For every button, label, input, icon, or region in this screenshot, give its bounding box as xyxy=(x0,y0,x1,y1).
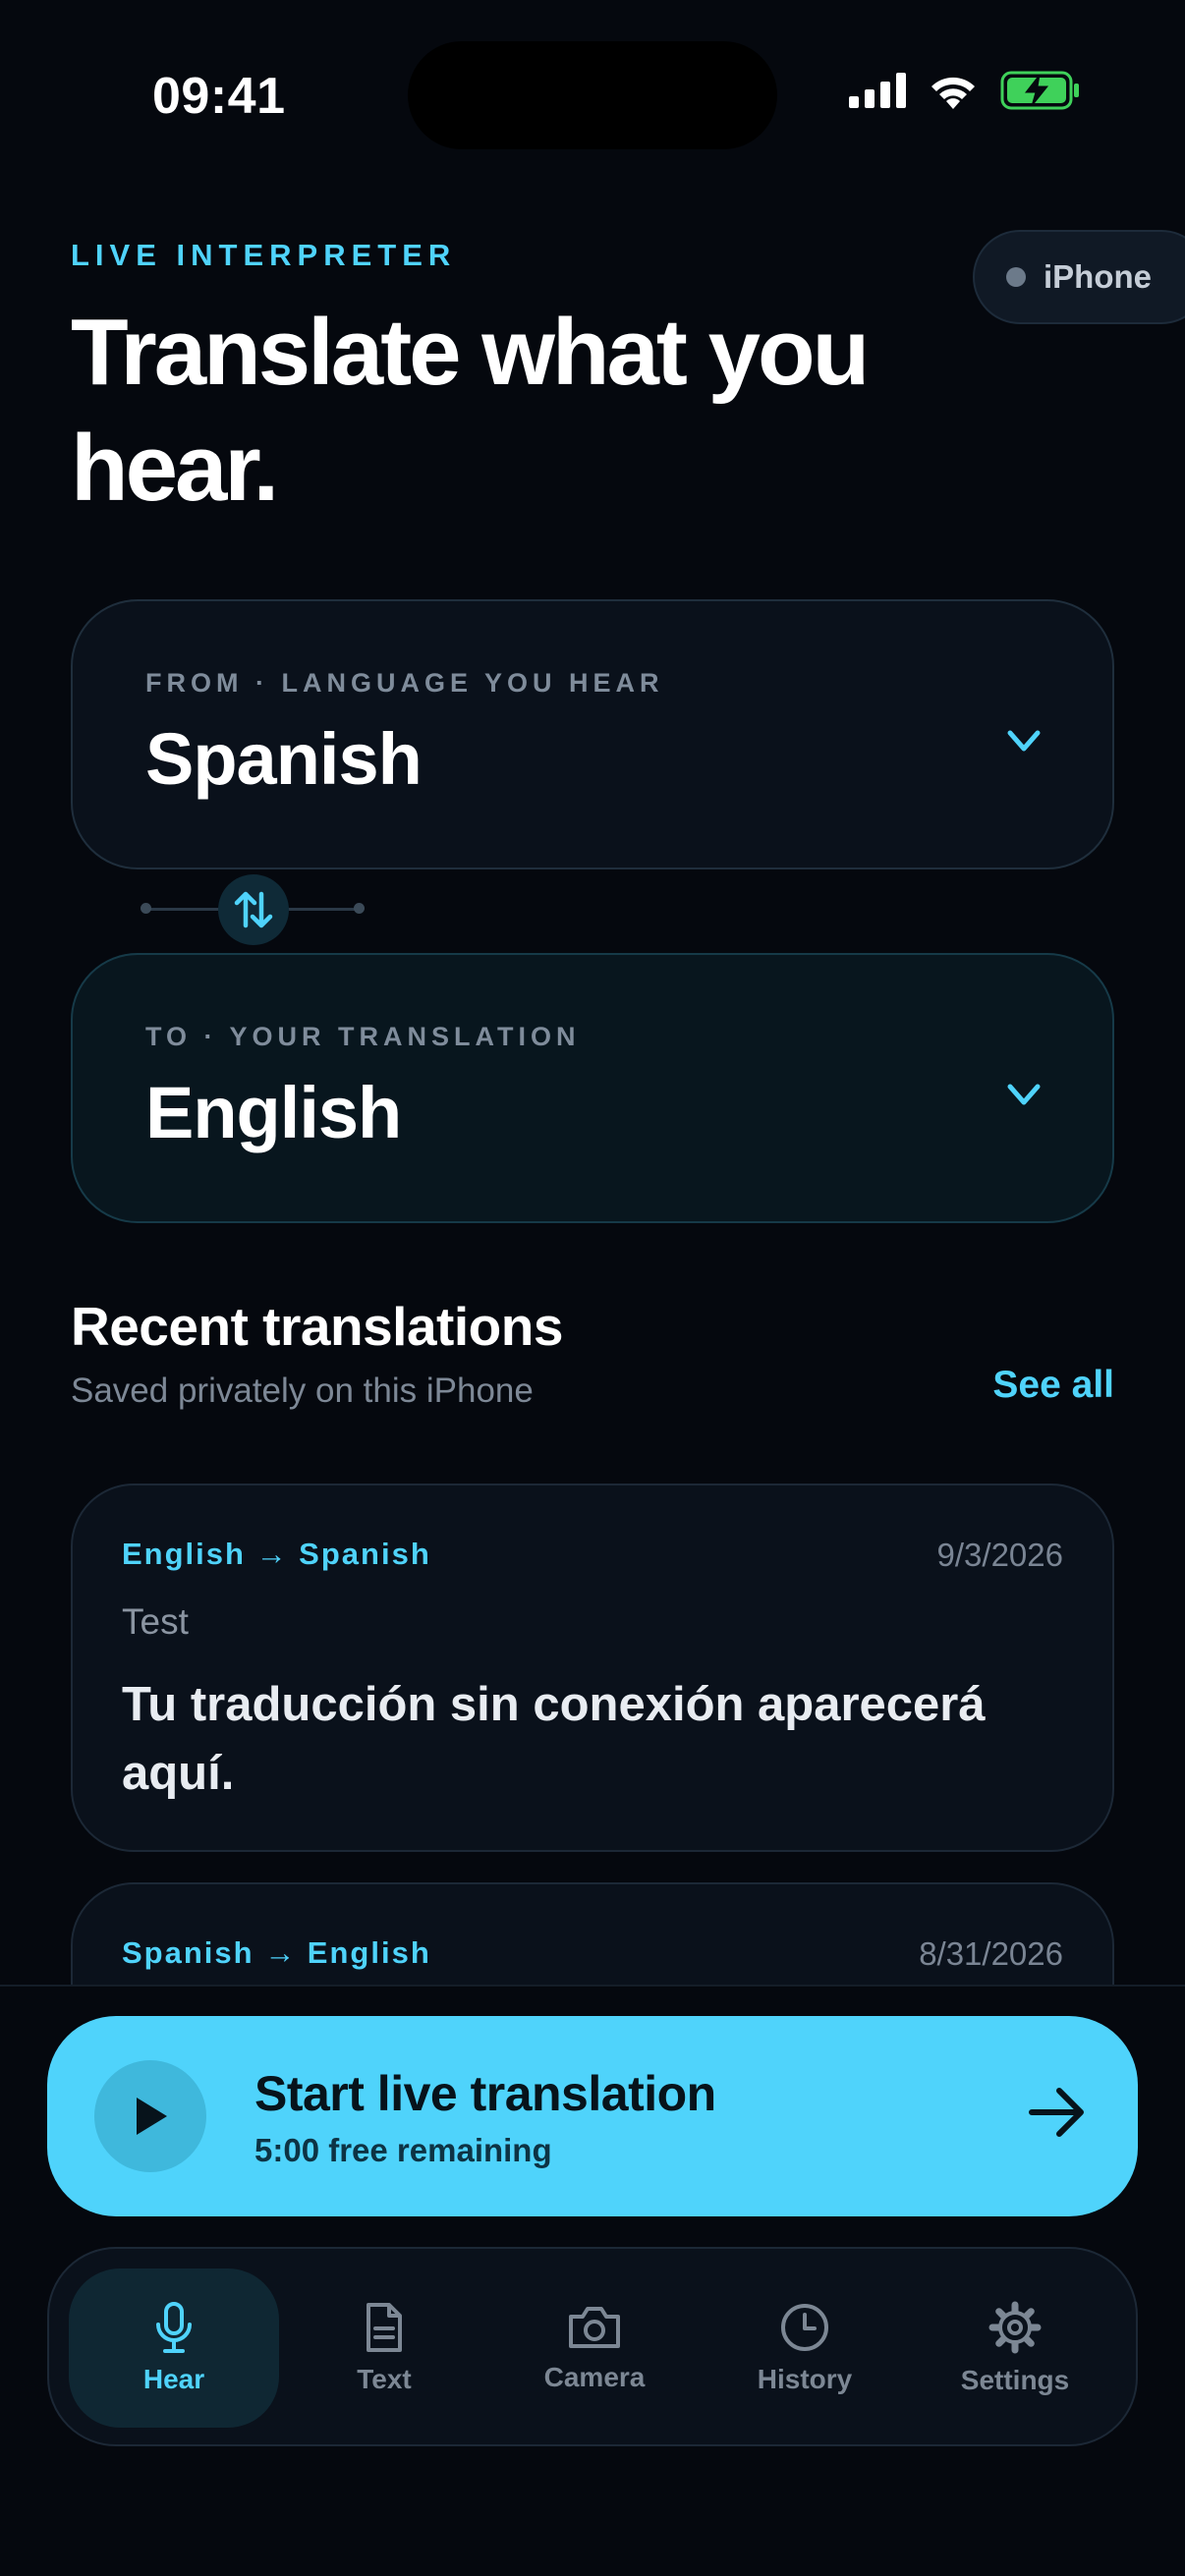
recent-translation-card[interactable]: English → Spanish 9/3/2026 Test Tu tradu… xyxy=(71,1484,1114,1852)
recent-translations-title: Recent translations xyxy=(71,1296,563,1357)
dynamic-island xyxy=(408,41,777,149)
to-language-caption: TO · YOUR TRANSLATION xyxy=(145,1022,581,1051)
translation-source-text: Test xyxy=(122,1601,189,1642)
battery-charging-icon xyxy=(1000,71,1079,110)
eyebrow-label: LIVE INTERPRETER xyxy=(71,238,457,272)
translation-output-text: Tu traducción sin conexión aparecerá aqu… xyxy=(122,1678,986,1800)
swap-languages-button[interactable] xyxy=(218,874,289,945)
status-icons xyxy=(849,71,1081,110)
translation-language-pair: Spanish → English xyxy=(122,1935,431,1970)
tab-label: Settings xyxy=(960,2365,1070,2395)
tab-camera[interactable]: Camera xyxy=(489,2268,700,2428)
play-icon-badge xyxy=(94,2060,206,2172)
arrow-right-icon xyxy=(1029,2088,1084,2137)
from-language-value: Spanish xyxy=(145,718,423,800)
to-language-selector[interactable]: TO · YOUR TRANSLATION English xyxy=(71,953,1114,1223)
device-pill-label: iPhone xyxy=(1044,258,1153,295)
wifi-icon xyxy=(931,77,975,109)
translation-language-pair: English → Spanish xyxy=(122,1537,431,1571)
recent-translations-subtitle: Saved privately on this iPhone xyxy=(71,1372,534,1410)
translation-date: 9/3/2026 xyxy=(936,1537,1063,1573)
page-title: Translate what you hear. xyxy=(71,300,870,521)
device-status-dot xyxy=(1006,267,1026,287)
swap-connector-dot xyxy=(354,903,365,914)
translation-date: 8/31/2026 xyxy=(919,1935,1063,1972)
swap-connector-dot xyxy=(141,903,151,914)
cta-title: Start live translation xyxy=(254,2066,716,2121)
tab-bar: Hear Text Camera History Settings xyxy=(47,2247,1138,2446)
gear-icon xyxy=(988,2301,1042,2354)
chevron-down-icon xyxy=(1007,1084,1041,1105)
see-all-link[interactable]: See all xyxy=(992,1364,1114,1407)
tab-text[interactable]: Text xyxy=(279,2268,489,2428)
tab-hear[interactable]: Hear xyxy=(69,2268,279,2428)
play-icon xyxy=(137,2098,167,2135)
mic-icon xyxy=(156,2302,192,2353)
device-pill[interactable]: iPhone xyxy=(973,230,1185,324)
to-language-value: English xyxy=(145,1072,402,1153)
tab-label: Camera xyxy=(543,2362,646,2392)
status-time: 09:41 xyxy=(152,68,286,125)
cta-subtitle: 5:00 free remaining xyxy=(254,2132,552,2168)
from-language-caption: FROM · LANGUAGE YOU HEAR xyxy=(145,668,664,698)
swap-arrows-icon xyxy=(234,891,273,928)
tab-label: Text xyxy=(357,2364,412,2394)
tab-label: Hear xyxy=(142,2364,205,2394)
chevron-down-icon xyxy=(1007,730,1041,752)
cellular-signal-icon xyxy=(849,73,906,108)
start-live-translation-button[interactable]: Start live translation 5:00 free remaini… xyxy=(47,2016,1138,2216)
clock-icon xyxy=(781,2304,828,2351)
camera-icon xyxy=(569,2307,620,2348)
from-language-selector[interactable]: FROM · LANGUAGE YOU HEAR Spanish xyxy=(71,599,1114,869)
tab-history[interactable]: History xyxy=(700,2268,910,2428)
tab-settings[interactable]: Settings xyxy=(910,2268,1120,2428)
document-icon xyxy=(367,2303,402,2352)
tab-label: History xyxy=(757,2364,853,2394)
